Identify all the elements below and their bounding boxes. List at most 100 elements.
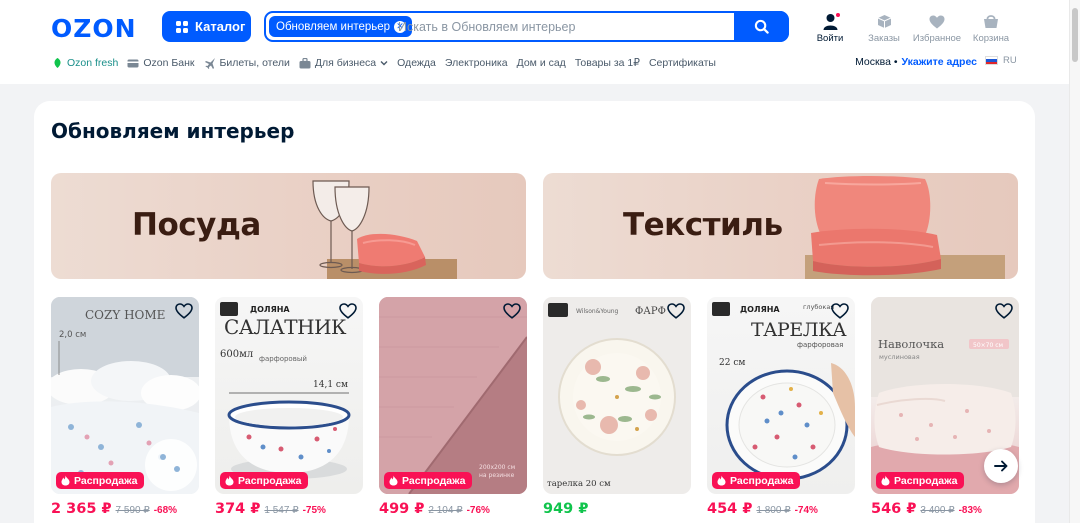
discount: -74% — [794, 505, 818, 516]
heart-icon[interactable] — [995, 303, 1013, 319]
nav-item-tickets[interactable]: Билеты, отели — [204, 57, 290, 69]
language-selector[interactable]: RU — [985, 55, 1017, 66]
heart-icon[interactable] — [503, 303, 521, 319]
search-icon — [754, 19, 769, 34]
search-scope-chip[interactable]: Обновляем интерьер ✕ — [269, 16, 413, 37]
sale-badge: Распродажа — [220, 472, 308, 489]
old-price: 3 400 ₽ — [920, 505, 955, 516]
briefcase-icon — [299, 57, 311, 68]
svg-text:глубокая: глубокая — [803, 303, 834, 311]
sale-badge: Распродажа — [56, 472, 144, 489]
fire-icon — [717, 475, 726, 486]
svg-text:фарфоровая: фарфоровая — [797, 341, 843, 349]
product-brand-caption: САЛАТНИК — [224, 315, 347, 339]
sale-badge: Распродажа — [712, 472, 800, 489]
search-button[interactable] — [734, 11, 789, 42]
discount: -83% — [958, 505, 982, 516]
plate-illustration: Wilson&Young ФАРФ — [548, 303, 676, 456]
search-input[interactable] — [398, 13, 728, 40]
login-button[interactable]: Войти — [803, 12, 857, 44]
svg-text:50×70 см: 50×70 см — [973, 342, 1003, 349]
nav-item-ozon-bank[interactable]: Ozon Банк — [127, 57, 195, 69]
sale-badge: Распродажа — [876, 472, 964, 489]
search-scope-label: Обновляем интерьер — [276, 20, 391, 33]
location-selector[interactable]: Москва • Укажите адрес — [855, 56, 977, 68]
product-image[interactable]: ДОЛЯНА фарфоровый 600мл 14,1 см САЛАТНИК — [215, 297, 363, 494]
svg-text:ДОЛЯНА: ДОЛЯНА — [740, 305, 780, 314]
heart-icon[interactable] — [831, 303, 849, 319]
banner-label: Посуда — [132, 207, 261, 243]
svg-text:600мл: 600мл — [220, 349, 253, 360]
nav-item-ozon-fresh[interactable]: Ozon fresh — [52, 57, 118, 69]
nav-label: Одежда — [397, 57, 436, 69]
ozon-logo[interactable]: OZON — [51, 14, 137, 43]
svg-text:200х200 см: 200х200 см — [479, 464, 515, 471]
nav-label: Дом и сад — [516, 57, 566, 69]
cart-button[interactable]: Корзина — [964, 13, 1018, 44]
arrow-right-icon — [994, 460, 1008, 472]
nav-label: Ozon fresh — [67, 57, 119, 69]
banner-dishes[interactable]: Посуда — [51, 173, 526, 279]
fire-icon — [225, 475, 234, 486]
svg-text:ДОЛЯНА: ДОЛЯНА — [250, 305, 290, 314]
favorites-label: Избранное — [912, 33, 962, 44]
grid-icon — [176, 20, 188, 33]
price: 949 ₽ — [543, 501, 589, 517]
language-label: RU — [1003, 55, 1017, 66]
old-price: 7 590 ₽ — [115, 505, 150, 516]
price-row: 499 ₽ 2 104 ₽ -76% — [379, 501, 490, 517]
nav-item-home-garden[interactable]: Дом и сад — [517, 57, 566, 69]
favorites-button[interactable]: Избранное — [910, 13, 964, 44]
fresh-icon — [54, 58, 61, 68]
heart-icon[interactable] — [667, 303, 685, 319]
scrollbar-thumb[interactable] — [1072, 8, 1078, 62]
nav-item-electronics[interactable]: Электроника — [445, 57, 508, 69]
cart-label: Корзина — [972, 33, 1010, 44]
orders-button[interactable]: Заказы — [857, 13, 911, 44]
address-link[interactable]: Укажите адрес — [902, 56, 977, 68]
price: 546 ₽ — [871, 501, 917, 517]
svg-text:22 см: 22 см — [719, 358, 745, 368]
nav-item-clothes[interactable]: Одежда — [397, 57, 436, 69]
svg-text:муслиновая: муслиновая — [879, 353, 920, 361]
product-image[interactable]: 200х200 см на резинке Распродажа — [379, 297, 527, 494]
old-price: 1 800 ₽ — [756, 505, 791, 516]
header: OZON Каталог Обновляем интерьер ✕ Войти … — [0, 0, 1080, 84]
section-title: Обновляем интерьер — [51, 119, 295, 143]
product-image[interactable]: Wilson&Young ФАРФ тарелка 20 см — [543, 297, 691, 494]
city-label: Москва • — [855, 56, 898, 68]
catalog-label: Каталог — [195, 19, 246, 34]
product-image[interactable]: ДОЛЯНА глубокая фарфоровая 22 см ТАРЕЛКА… — [707, 297, 855, 494]
heart-icon[interactable] — [175, 303, 193, 319]
svg-text:фарфоровый: фарфоровый — [259, 355, 307, 363]
heart-icon[interactable] — [339, 303, 357, 319]
sale-label: Распродажа — [894, 474, 958, 487]
product-brand-caption: COZY HOME — [85, 308, 166, 322]
interior-section: Обновляем интерьер Посуда Текстиль 2,0 с… — [34, 101, 1035, 523]
fire-icon — [881, 475, 890, 486]
notification-dot — [834, 12, 841, 18]
search-bar: Обновляем интерьер ✕ — [264, 11, 789, 42]
textile-illustration — [805, 176, 1005, 279]
catalog-button[interactable]: Каталог — [162, 11, 251, 42]
nav-label: Билеты, отели — [219, 57, 290, 69]
old-price: 2 104 ₽ — [428, 505, 463, 516]
carousel-next-button[interactable] — [984, 449, 1018, 483]
card-icon — [127, 59, 139, 67]
product-image[interactable]: 2,0 см COZY HOME Распродажа — [51, 297, 199, 494]
sale-badge: Распродажа — [384, 472, 472, 489]
page-scrollbar[interactable] — [1069, 0, 1080, 523]
nav-item-certificates[interactable]: Сертификаты — [649, 57, 716, 69]
svg-text:ФАРФ: ФАРФ — [635, 306, 666, 317]
fire-icon — [389, 475, 398, 486]
product-caption: тарелка 20 см — [547, 479, 611, 489]
banner-textile[interactable]: Текстиль — [543, 173, 1018, 279]
product-brand-caption: Наволочка — [878, 337, 945, 351]
nav-item-business[interactable]: Для бизнеса — [299, 57, 388, 69]
nav-item-goods-for-1[interactable]: Товары за 1₽ — [575, 57, 640, 69]
discount: -76% — [466, 505, 490, 516]
sale-label: Распродажа — [730, 474, 794, 487]
sale-label: Распродажа — [74, 474, 138, 487]
price-row: 546 ₽ 3 400 ₽ -83% — [871, 501, 982, 517]
price-row: 374 ₽ 1 547 ₽ -75% — [215, 501, 326, 517]
